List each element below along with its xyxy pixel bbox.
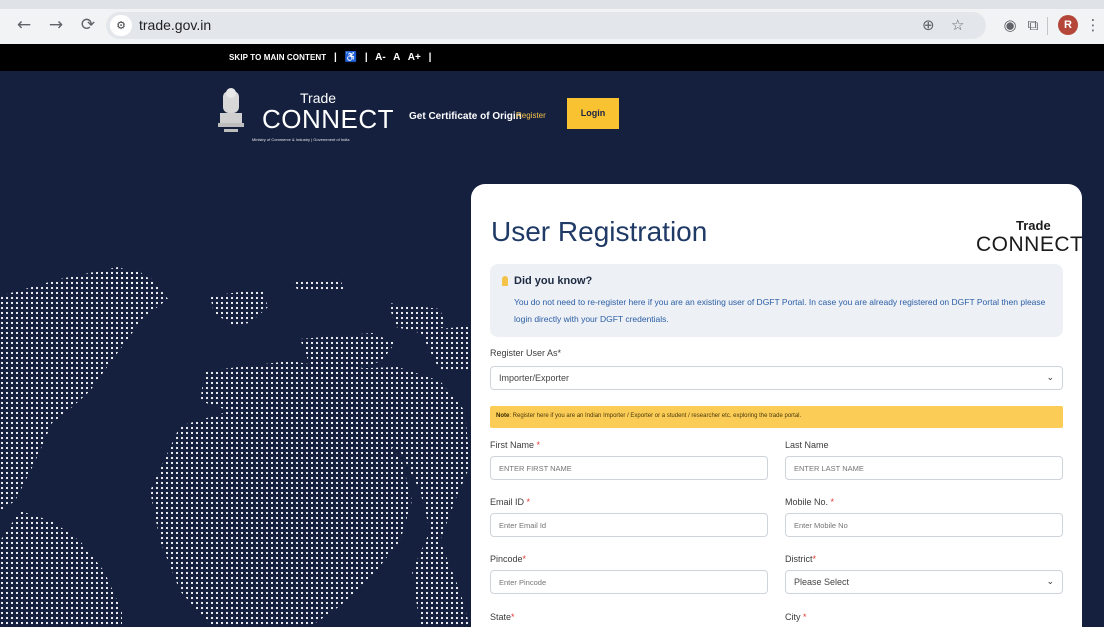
a11y-separator: | <box>428 52 432 63</box>
card-logo-connect: CONNECT <box>976 233 1084 256</box>
pincode-label: Pincode* <box>490 554 527 564</box>
url-text[interactable]: trade.gov.in <box>139 17 211 33</box>
card-logo-trade: Trade <box>1016 218 1051 233</box>
site-info-icon[interactable]: ⚙ <box>110 15 132 36</box>
login-button[interactable]: Login <box>567 98 619 129</box>
extensions-icon[interactable]: ⧉ <box>1021 13 1045 37</box>
pincode-input[interactable] <box>490 570 768 594</box>
did-you-know-text: You do not need to re-register here if y… <box>514 297 1046 324</box>
logo-connect-text: CONNECT <box>262 104 395 134</box>
font-decrease-button[interactable]: A- <box>375 52 386 63</box>
bookmark-star-icon[interactable]: ☆ <box>951 15 964 35</box>
chevron-down-icon: ⌄ <box>1046 577 1054 587</box>
hero-section: Trade CONNECT Ministry of Commerce & Ind… <box>0 71 1104 627</box>
accessibility-bar: SKIP TO MAIN CONTENT | ♿ | A- A A+ | <box>0 44 1104 71</box>
note-banner: Note: Register here if you are an Indian… <box>490 406 1063 428</box>
font-normal-button[interactable]: A <box>393 52 400 63</box>
district-label: District* <box>785 554 817 564</box>
font-increase-button[interactable]: A+ <box>408 52 421 63</box>
zoom-icon[interactable]: ⊕ <box>922 15 935 35</box>
chevron-down-icon: ⌄ <box>1046 373 1054 383</box>
did-you-know-title: Did you know? <box>514 275 593 287</box>
first-name-label: First Name * <box>490 440 541 450</box>
email-input[interactable] <box>490 513 768 537</box>
did-you-know-panel: Did you know? You do not need to re-regi… <box>490 264 1063 337</box>
skip-to-main-link[interactable]: SKIP TO MAIN CONTENT <box>229 53 326 62</box>
forward-arrow-icon[interactable]: → <box>44 13 68 37</box>
register-as-value: Importer/Exporter <box>499 373 570 383</box>
last-name-input[interactable] <box>785 456 1063 480</box>
note-prefix: Note <box>496 413 510 419</box>
address-bar[interactable]: ⚙ trade.gov.in ⊕ ☆ <box>106 12 986 39</box>
nav-register-link[interactable]: Register <box>516 111 546 120</box>
back-arrow-icon[interactable]: ← <box>12 13 36 37</box>
register-as-label: Register User As* <box>490 348 562 358</box>
profile-avatar[interactable]: R <box>1058 15 1078 35</box>
lightbulb-icon <box>502 276 508 286</box>
email-label: Email ID * <box>490 497 531 507</box>
browser-toolbar: ← → ⟳ ⚙ trade.gov.in ⊕ ☆ ◉ ⧉ R ⋮ <box>0 0 1104 44</box>
camera-icon[interactable]: ◉ <box>998 13 1022 37</box>
district-select[interactable]: Please Select ⌄ <box>785 570 1063 594</box>
mobile-input[interactable] <box>785 513 1063 537</box>
a11y-separator: | <box>364 52 368 63</box>
toolbar-divider <box>1047 17 1048 35</box>
last-name-label: Last Name <box>785 440 829 450</box>
accessibility-icon[interactable]: ♿ <box>345 52 357 63</box>
district-value: Please Select <box>794 577 850 587</box>
nav-get-certificate-of-origin[interactable]: Get Certificate of Origin <box>409 111 522 122</box>
registration-card: User Registration Trade CONNECT Did you … <box>471 184 1084 627</box>
register-as-select[interactable]: Importer/Exporter ⌄ <box>490 366 1063 390</box>
more-menu-icon[interactable]: ⋮ <box>1081 13 1104 37</box>
a11y-separator: | <box>334 52 337 63</box>
state-label: State* <box>490 612 515 622</box>
first-name-input[interactable] <box>490 456 768 480</box>
mobile-label: Mobile No. * <box>785 497 835 507</box>
note-text: : Register here if you are an Indian Imp… <box>509 413 802 419</box>
page-title: User Registration <box>491 216 708 247</box>
national-emblem-icon <box>218 88 244 132</box>
logo-subtitle: Ministry of Commerce & Industry | Govern… <box>252 137 350 142</box>
city-label: City * <box>785 612 807 622</box>
reload-icon[interactable]: ⟳ <box>76 13 100 37</box>
